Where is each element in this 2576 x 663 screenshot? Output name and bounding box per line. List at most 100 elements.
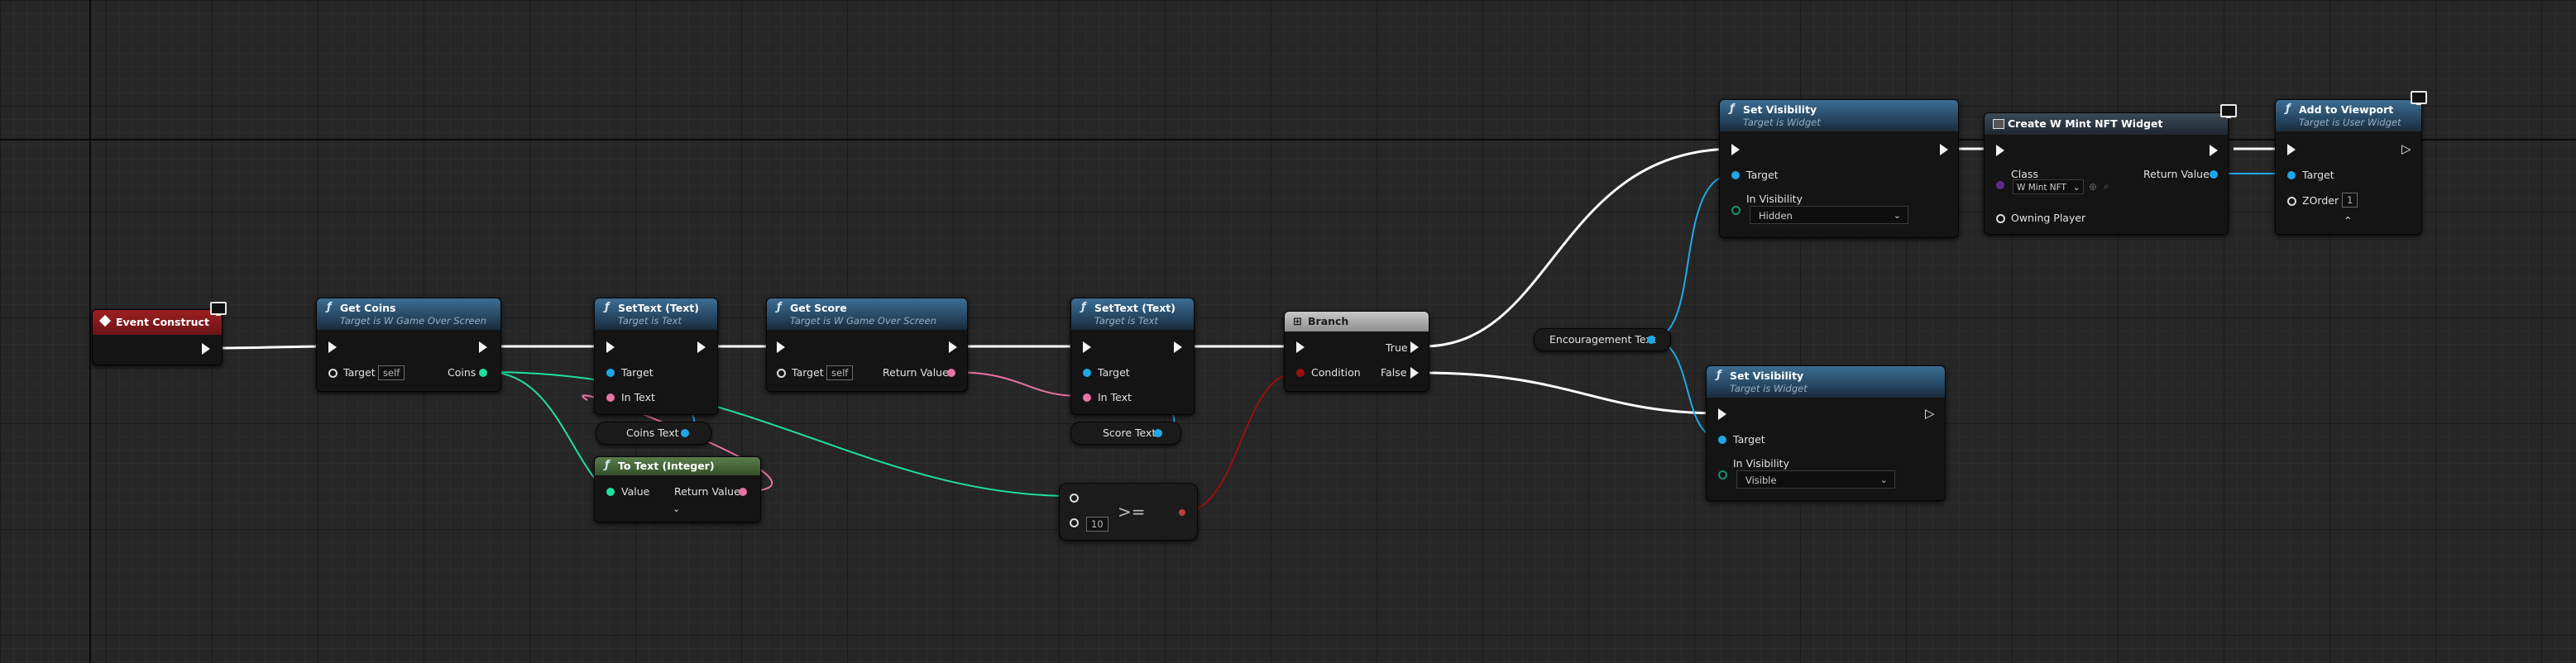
- exec-output-hollow-pin[interactable]: ▷: [1925, 406, 1935, 421]
- node-subtitle: Target is Widget: [1730, 383, 1808, 394]
- dropdown-value: Visible: [1745, 475, 1777, 486]
- browse-icon[interactable]: ⊕: [2089, 181, 2097, 193]
- get-coins-node[interactable]: ƒ Get Coins Target is W Game Over Screen…: [316, 298, 501, 392]
- encouragement-text-variable-node[interactable]: Encouragement Text: [1534, 328, 1671, 351]
- event-diamond-icon: [98, 314, 112, 327]
- exec-input-pin[interactable]: [1083, 341, 1091, 353]
- pin-label: In Visibility: [1746, 193, 1803, 205]
- pin-label: Target: [2302, 169, 2334, 181]
- create-widget-node[interactable]: Create W Mint NFT Widget Class W Mint NF…: [1984, 112, 2229, 235]
- condition-input-pin[interactable]: [1296, 369, 1305, 377]
- value-input-pin[interactable]: [606, 488, 615, 496]
- exec-output-pin[interactable]: [1174, 341, 1182, 353]
- chevron-up-icon[interactable]: ⌃: [2344, 214, 2352, 227]
- return-value-pin[interactable]: [2210, 170, 2218, 179]
- exec-output-hollow-pin[interactable]: ▷: [2401, 141, 2411, 156]
- to-text-integer-node[interactable]: ƒ To Text (Integer) Value Return Value ⌄: [594, 456, 761, 522]
- target-pin[interactable]: [2287, 171, 2296, 179]
- variable-label: Coins Text: [626, 427, 679, 439]
- variable-output-pin[interactable]: [681, 429, 689, 437]
- visibility-input-pin[interactable]: [1731, 206, 1740, 215]
- node-title: Get Score: [790, 302, 847, 314]
- exec-output-pin[interactable]: [479, 341, 487, 353]
- exec-input-pin[interactable]: [1718, 408, 1726, 420]
- exec-output-pin[interactable]: [202, 343, 210, 355]
- exec-output-pin[interactable]: [2210, 145, 2218, 156]
- chevron-down-icon[interactable]: ⌄: [673, 503, 680, 514]
- zorder-field[interactable]: 1: [2342, 193, 2358, 207]
- chevron-down-icon: ⌄: [1879, 475, 1888, 485]
- set-visibility-top-node[interactable]: ƒ Set Visibility Target is Widget Target…: [1719, 99, 1959, 238]
- true-exec-output-pin[interactable]: [1410, 341, 1419, 353]
- branch-node[interactable]: ⊞ Branch True Condition False: [1284, 311, 1429, 392]
- visibility-dropdown[interactable]: Visible ⌄: [1736, 470, 1895, 489]
- b-input-pin[interactable]: [1070, 518, 1079, 527]
- node-title: Create W Mint NFT Widget: [2008, 117, 2163, 130]
- target-pin[interactable]: [777, 369, 786, 378]
- get-score-node[interactable]: ƒ Get Score Target is W Game Over Screen…: [766, 298, 968, 392]
- set-visibility-bottom-node[interactable]: ƒ Set Visibility Target is Widget ▷ Targ…: [1706, 365, 1946, 501]
- b-default-field[interactable]: 10: [1086, 517, 1108, 532]
- pin-label: True: [1386, 341, 1408, 354]
- target-pin[interactable]: [1083, 369, 1091, 377]
- pin-label: Target: [792, 366, 824, 379]
- false-exec-output-pin[interactable]: [1410, 367, 1419, 379]
- exec-output-pin[interactable]: [1940, 144, 1948, 155]
- exec-input-pin[interactable]: [1296, 341, 1305, 353]
- coins-text-variable-node[interactable]: Coins Text: [596, 422, 711, 445]
- exec-input-pin[interactable]: [328, 341, 337, 353]
- settext-score-node[interactable]: ƒ SetText (Text) Target is Text Target I…: [1070, 298, 1195, 415]
- function-icon: ƒ: [605, 459, 610, 471]
- variable-output-pin[interactable]: [1647, 336, 1655, 344]
- branch-icon: ⊞: [1293, 316, 1302, 328]
- a-input-pin[interactable]: [1070, 494, 1079, 503]
- coins-output-pin[interactable]: [479, 369, 487, 377]
- pin-label: Coins: [448, 366, 476, 379]
- in-text-pin[interactable]: [606, 394, 615, 402]
- node-header: ƒ Set Visibility Target is Widget: [1720, 100, 1958, 131]
- target-pin[interactable]: [328, 369, 338, 378]
- exec-input-pin[interactable]: [1731, 144, 1740, 155]
- target-pin[interactable]: [1718, 436, 1726, 444]
- pin-label: In Text: [621, 391, 655, 403]
- node-subtitle: Target is W Game Over Screen: [790, 315, 936, 327]
- exec-wire: [213, 345, 330, 350]
- return-value-pin[interactable]: [739, 488, 747, 496]
- exec-input-pin[interactable]: [606, 341, 615, 353]
- target-pin[interactable]: [606, 369, 615, 377]
- compare-greater-equal-node[interactable]: 10 >=: [1059, 483, 1198, 541]
- result-output-pin[interactable]: [1179, 509, 1185, 516]
- function-icon: ƒ: [1717, 369, 1721, 381]
- monitor-icon: [2411, 91, 2427, 105]
- node-title: Set Visibility: [1730, 370, 1804, 382]
- score-text-variable-node[interactable]: Score Text: [1070, 422, 1181, 445]
- owning-player-pin[interactable]: [1996, 214, 2005, 223]
- class-dropdown[interactable]: W Mint NFT ⌄: [2013, 179, 2084, 194]
- search-icon[interactable]: ⌕: [2104, 180, 2109, 193]
- return-value-pin[interactable]: [947, 369, 955, 377]
- node-header: ƒ Set Visibility Target is Widget: [1707, 366, 1945, 398]
- exec-output-pin[interactable]: [949, 341, 957, 353]
- monitor-icon: [210, 302, 227, 316]
- pin-label: Return Value: [2143, 168, 2210, 180]
- target-pin[interactable]: [1731, 171, 1740, 179]
- node-header: Create W Mint NFT Widget: [1985, 113, 2228, 135]
- target-default-field[interactable]: self: [826, 365, 854, 380]
- exec-input-pin[interactable]: [2287, 144, 2296, 155]
- monitor-icon: [2220, 104, 2237, 118]
- add-to-viewport-node[interactable]: ƒ Add to Viewport Target is User Widget …: [2275, 99, 2422, 235]
- class-input-pin[interactable]: [1996, 181, 2004, 189]
- target-default-field[interactable]: self: [378, 365, 405, 380]
- node-title: SetText (Text): [618, 302, 699, 314]
- visibility-dropdown[interactable]: Hidden ⌄: [1750, 206, 1908, 224]
- exec-output-pin[interactable]: [697, 341, 706, 353]
- function-icon: ƒ: [605, 301, 610, 313]
- visibility-input-pin[interactable]: [1718, 470, 1727, 479]
- in-text-pin[interactable]: [1083, 394, 1091, 402]
- exec-input-pin[interactable]: [1996, 145, 2004, 156]
- event-construct-node[interactable]: Event Construct: [92, 309, 223, 365]
- variable-output-pin[interactable]: [1154, 429, 1162, 437]
- exec-input-pin[interactable]: [777, 341, 785, 353]
- settext-coins-node[interactable]: ƒ SetText (Text) Target is Text Target I…: [594, 298, 718, 415]
- zorder-pin[interactable]: [2287, 197, 2296, 206]
